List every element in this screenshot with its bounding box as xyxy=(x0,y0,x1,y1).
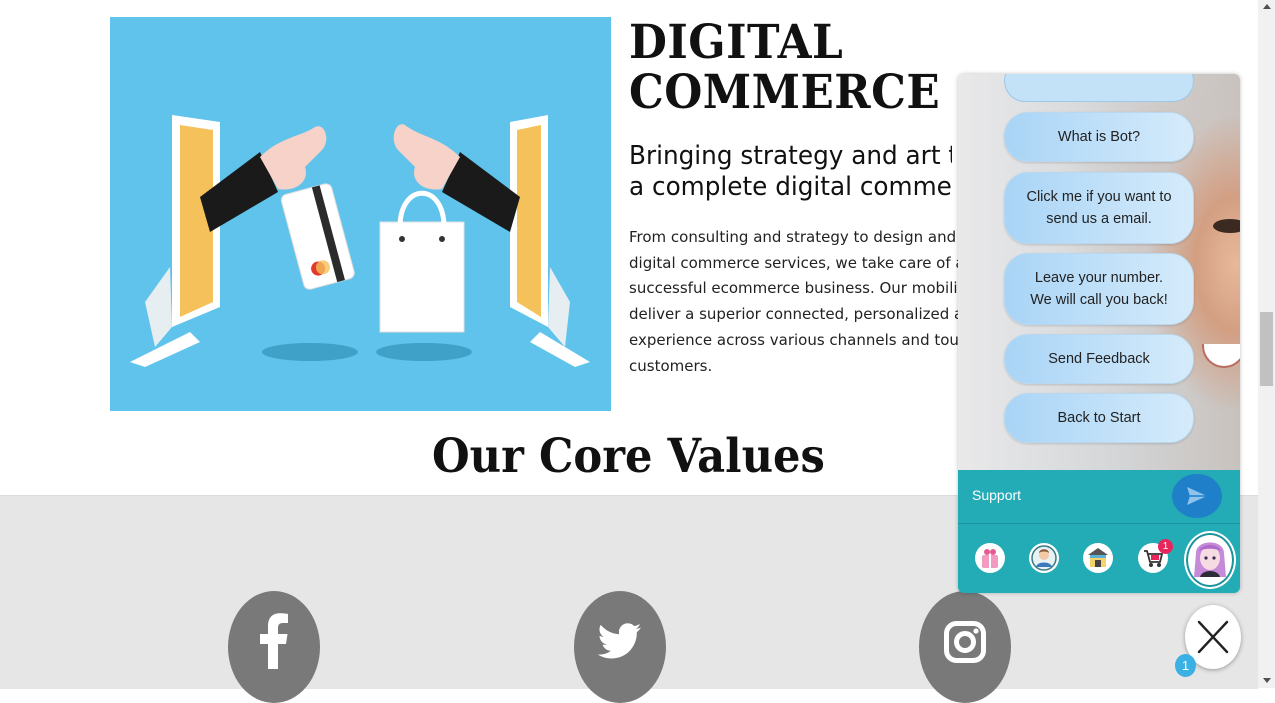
photo-smile xyxy=(1202,344,1240,368)
send-button[interactable] xyxy=(1172,474,1222,518)
shop-icon xyxy=(1088,548,1108,567)
gift-icon xyxy=(982,549,998,568)
tab-agent[interactable] xyxy=(1029,543,1059,573)
hero-title-line2: COMMERCE xyxy=(629,65,941,120)
twitter-link[interactable] xyxy=(574,591,666,703)
chat-menu-label-line: Leave your number. xyxy=(1034,270,1164,286)
core-values-heading: Our Core Values xyxy=(432,429,825,484)
chat-menu-what-is-bot[interactable]: What is Bot? xyxy=(1004,112,1194,162)
chat-menu-call-back[interactable]: Leave your number. We will call you back… xyxy=(1004,253,1194,325)
hero-description-line: experience across various channels and t… xyxy=(629,330,958,349)
chat-menu-item-partial[interactable] xyxy=(1004,74,1194,102)
hero-subtitle: Bringing strategy and art to a complete … xyxy=(629,141,952,203)
tab-gift[interactable] xyxy=(975,543,1005,573)
instagram-icon xyxy=(944,621,986,663)
chat-menu-label: What is Bot? xyxy=(1057,129,1141,145)
hero-description-line: customers. xyxy=(629,356,713,375)
chat-menu-label: Click me if you want to send us a email. xyxy=(1026,186,1171,230)
tab-bot-avatar[interactable] xyxy=(1184,531,1236,589)
chat-menu-label: Leave your number. We will call you back… xyxy=(1030,267,1168,311)
facebook-icon xyxy=(260,613,288,669)
facebook-link[interactable] xyxy=(228,591,320,703)
chat-menu-label: Back to Start xyxy=(1057,410,1141,426)
tab-shop[interactable] xyxy=(1083,543,1113,573)
chat-menu-label: Send Feedback xyxy=(1048,351,1150,367)
chat-menu-back-to-start[interactable]: Back to Start xyxy=(1004,393,1194,443)
hero-subtitle-line1: Bringing strategy and art to xyxy=(629,141,952,171)
scroll-up-arrow-icon[interactable] xyxy=(1263,4,1271,9)
photo-eye xyxy=(1213,219,1240,233)
hero-description-line: From consulting and strategy to design a… xyxy=(629,228,958,246)
bot-avatar-icon xyxy=(1194,542,1226,577)
chat-menu-label-line: We will call you back! xyxy=(1030,292,1168,308)
cart-count-badge: 1 xyxy=(1158,539,1173,554)
chat-widget: What is Bot? Click me if you want to sen… xyxy=(958,74,1240,593)
chat-tab-bar: 1 xyxy=(958,523,1240,593)
hero-illustration xyxy=(110,17,611,411)
send-arrow-icon xyxy=(1187,487,1207,505)
scrollbar-thumb[interactable] xyxy=(1260,312,1273,386)
chat-input-placeholder[interactable]: Support xyxy=(972,487,1021,503)
chat-menu-send-feedback[interactable]: Send Feedback xyxy=(1004,334,1194,384)
chat-menu-label-line: send us a email. xyxy=(1046,211,1152,227)
chat-menu-send-email[interactable]: Click me if you want to send us a email. xyxy=(1004,172,1194,244)
hero-title: DIGITAL COMMERCE xyxy=(629,18,940,118)
hero-description-line: deliver a superior connected, personaliz… xyxy=(629,305,958,324)
hero-description-line: successful ecommerce business. Our mobil… xyxy=(629,279,958,298)
hero-description: From consulting and strategy to design a… xyxy=(629,225,958,379)
scroll-down-arrow-icon[interactable] xyxy=(1263,678,1271,683)
notification-badge: 1 xyxy=(1175,654,1196,677)
hero-description-line: digital commerce services, we take care … xyxy=(629,253,958,272)
close-x-icon xyxy=(1197,620,1229,654)
chat-menu-label-line: Click me if you want to xyxy=(1026,189,1172,205)
chat-input-bar[interactable]: Support xyxy=(958,470,1240,523)
hero-title-line1: DIGITAL xyxy=(629,15,844,70)
agent-icon xyxy=(1031,545,1057,571)
hero-subtitle-line2: a complete digital commerce xyxy=(629,172,952,202)
instagram-link[interactable] xyxy=(919,591,1011,703)
twitter-icon xyxy=(598,623,641,659)
